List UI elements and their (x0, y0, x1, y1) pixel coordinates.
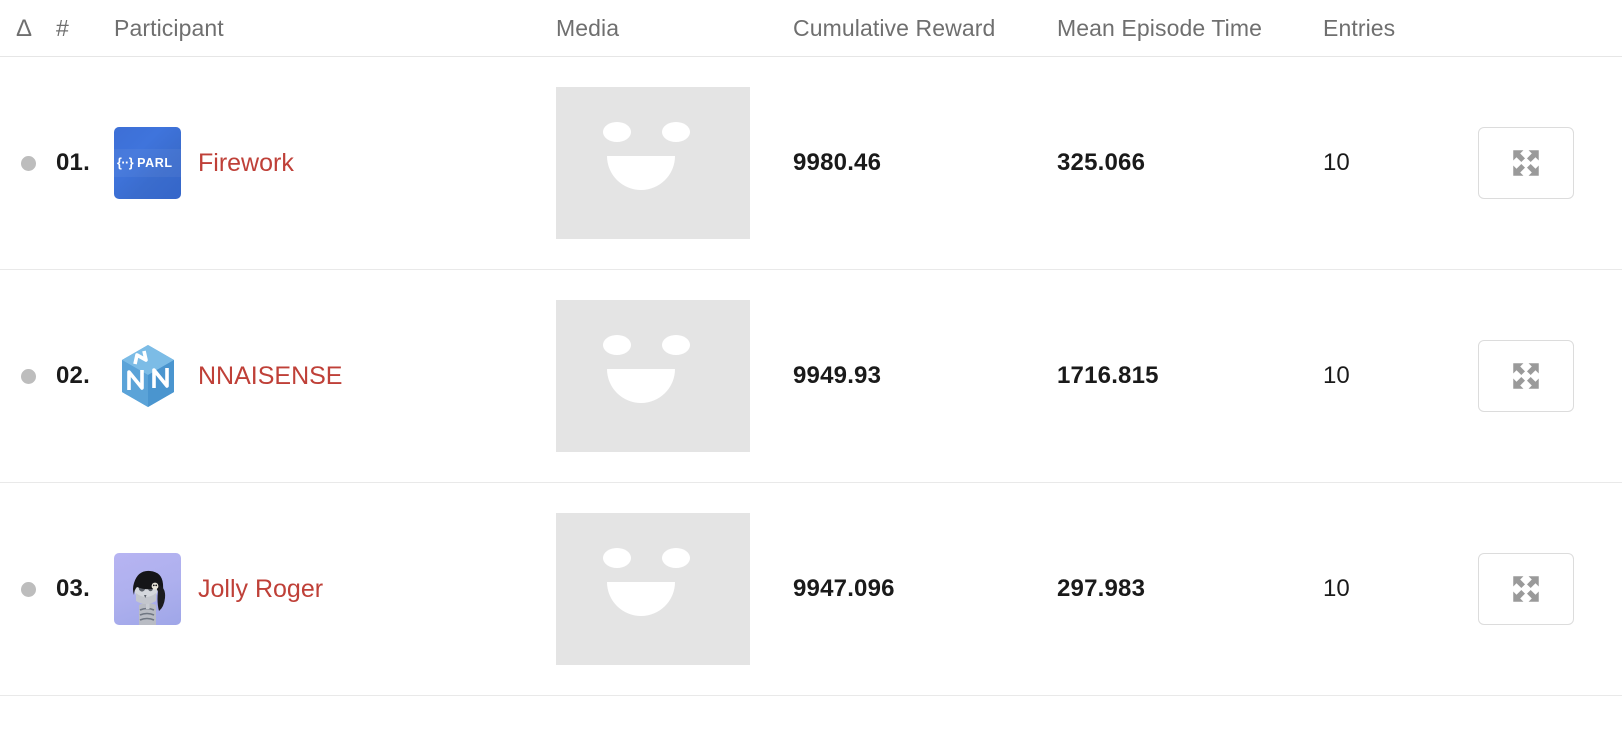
smiley-eye-right-icon (662, 122, 690, 142)
row-status-cell (0, 155, 56, 171)
smiley-eye-left-icon (603, 335, 631, 355)
expand-button[interactable] (1478, 340, 1574, 412)
row-action-cell (1478, 553, 1622, 625)
row-cumulative-reward: 9947.096 (793, 575, 895, 602)
parl-logo-text: {··} PARL (117, 156, 173, 170)
row-media-cell (556, 513, 793, 665)
table-header-row: Δ # Participant Media Cumulative Reward … (0, 0, 1622, 57)
row-media-cell (556, 300, 793, 452)
table-row: 02. NNAISENSE 9949.93 1716.815 10 (0, 270, 1622, 483)
row-action-cell (1478, 127, 1622, 199)
column-header-delta[interactable]: Δ (0, 15, 56, 42)
row-mean-episode-time: 325.066 (1057, 149, 1146, 176)
participant-link[interactable]: NNAISENSE (198, 362, 342, 391)
parl-logo-brackets: {··} (117, 156, 134, 170)
row-participant: {··} PARL Firework (108, 127, 556, 199)
participant-link[interactable]: Jolly Roger (198, 575, 323, 604)
smiley-eye-right-icon (662, 548, 690, 568)
row-cumulative-reward: 9949.93 (793, 362, 882, 389)
row-participant: NNAISENSE (108, 340, 556, 412)
row-participant: Jolly Roger (108, 553, 556, 625)
expand-icon (1513, 150, 1539, 176)
smiley-eye-left-icon (603, 548, 631, 568)
column-header-entries[interactable]: Entries (1323, 15, 1478, 42)
column-header-rank[interactable]: # (56, 15, 108, 42)
row-mean-episode-time: 297.983 (1057, 575, 1146, 602)
column-header-cumulative-reward[interactable]: Cumulative Reward (793, 15, 1057, 42)
row-rank: 03. (56, 575, 90, 602)
table-row: 03. Jolly Roger 9947.096 297.983 10 (0, 483, 1622, 696)
row-entries: 10 (1323, 362, 1350, 389)
column-header-participant[interactable]: Participant (108, 15, 556, 42)
expand-button[interactable] (1478, 127, 1574, 199)
smiley-mouth-icon (607, 582, 675, 616)
row-media-cell (556, 87, 793, 239)
expand-icon (1513, 363, 1539, 389)
row-action-cell (1478, 340, 1622, 412)
media-thumbnail[interactable] (556, 87, 750, 239)
leaderboard-table: Δ # Participant Media Cumulative Reward … (0, 0, 1622, 696)
row-mean-episode-time: 1716.815 (1057, 362, 1159, 389)
smiley-eye-left-icon (603, 122, 631, 142)
status-dot-icon (21, 581, 36, 597)
nnaisense-logo (114, 340, 181, 412)
row-status-cell (0, 368, 56, 384)
parl-logo: {··} PARL (114, 127, 181, 199)
media-thumbnail[interactable] (556, 513, 750, 665)
row-entries: 10 (1323, 149, 1350, 176)
row-entries: 10 (1323, 575, 1350, 602)
media-thumbnail[interactable] (556, 300, 750, 452)
smiley-mouth-icon (607, 156, 675, 190)
smiley-mouth-icon (607, 369, 675, 403)
expand-button[interactable] (1478, 553, 1574, 625)
expand-icon (1513, 576, 1539, 602)
status-dot-icon (21, 368, 36, 384)
row-cumulative-reward: 9980.46 (793, 149, 882, 176)
delta-icon: Δ (16, 14, 33, 42)
participant-link[interactable]: Firework (198, 149, 294, 178)
column-header-media[interactable]: Media (556, 15, 793, 42)
parl-logo-wordmark: PARL (137, 156, 173, 170)
skeleton-pirate-icon (133, 570, 166, 625)
table-row: 01. {··} PARL Firework 9980.46 325.066 1… (0, 57, 1622, 270)
nnaisense-cube-icon (121, 345, 174, 407)
row-rank: 02. (56, 362, 90, 389)
row-status-cell (0, 581, 56, 597)
status-dot-icon (21, 155, 36, 171)
row-rank: 01. (56, 149, 90, 176)
smiley-eye-right-icon (662, 335, 690, 355)
column-header-mean-episode-time[interactable]: Mean Episode Time (1057, 15, 1323, 42)
jolly-roger-logo (114, 553, 181, 625)
